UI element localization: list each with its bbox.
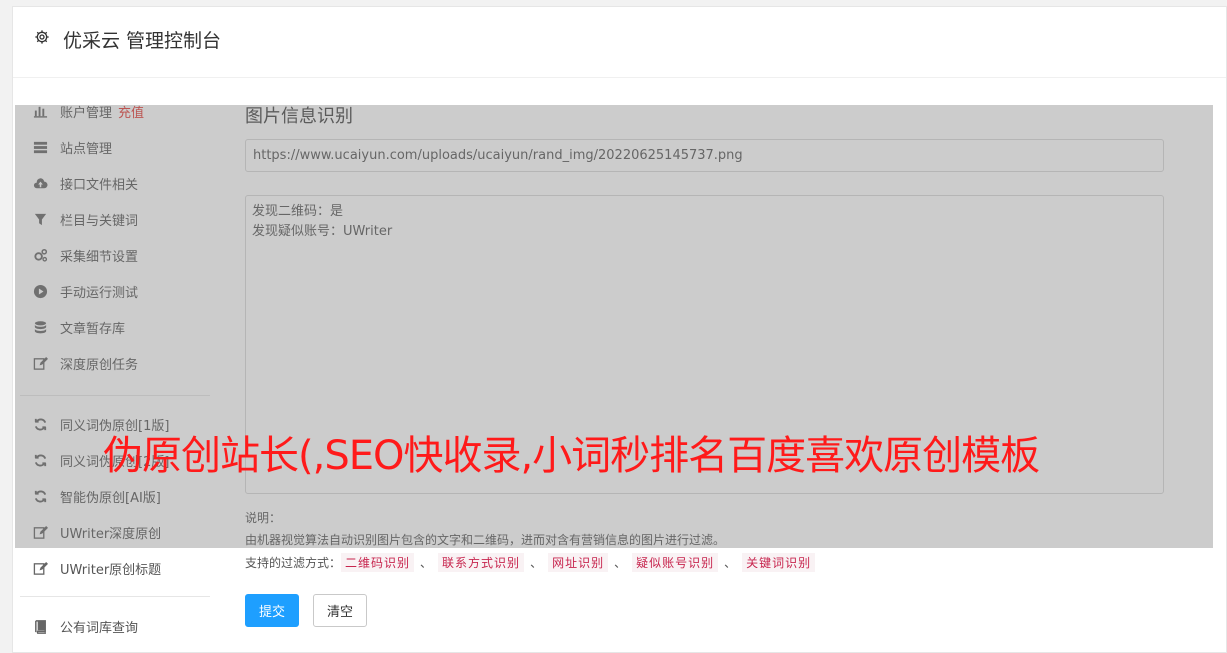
- filter-tag: 二维码识别: [341, 553, 415, 572]
- filters-label: 支持的过滤方式：: [245, 556, 342, 570]
- sidebar-item-uwriter-title[interactable]: UWriter原创标题: [20, 555, 161, 581]
- filter-tag: 联系方式识别: [438, 553, 525, 572]
- filter-separator: 、: [614, 556, 627, 570]
- sidebar-item-label: 公有词库查询: [60, 620, 139, 636]
- filter-methods: 支持的过滤方式： 二维码识别 、 联系方式识别 、 网址识别 、 疑似账号识别 …: [245, 553, 816, 572]
- sidebar-item-public-lexicon[interactable]: 公有词库查询: [20, 613, 138, 639]
- book-icon: [32, 618, 48, 634]
- clear-button[interactable]: 清空: [313, 594, 367, 627]
- watermark-text: 伪原创站长(,SEO快收录,小词秒排名百度喜欢原创模板: [103, 433, 1040, 479]
- filter-separator: 、: [724, 556, 737, 570]
- filter-separator: 、: [530, 556, 543, 570]
- filter-tag: 关键词识别: [742, 553, 816, 572]
- edit-icon: [32, 560, 48, 576]
- filter-separator: 、: [420, 556, 433, 570]
- page-header: 优采云 管理控制台: [13, 7, 1226, 78]
- gear-icon: [35, 30, 49, 44]
- filter-tag: 网址识别: [548, 553, 609, 572]
- filter-tag: 疑似账号识别: [632, 553, 719, 572]
- page-title: 优采云 管理控制台: [63, 30, 222, 52]
- sidebar-item-label: UWriter原创标题: [60, 562, 162, 578]
- gray-overlay: [15, 105, 1213, 548]
- sidebar-divider: [20, 596, 210, 597]
- submit-button[interactable]: 提交: [245, 594, 299, 627]
